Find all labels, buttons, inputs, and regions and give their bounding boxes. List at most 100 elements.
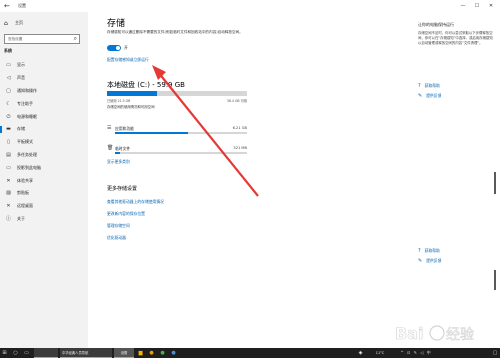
storage-icon: ▬ [6, 126, 11, 133]
tray-app-icon[interactable]: ◈ [356, 348, 365, 358]
back-arrow-icon[interactable]: ← [4, 1, 10, 11]
apps-icon: ☰ [107, 125, 112, 131]
scrollbar[interactable] [493, 12, 498, 348]
system-tray[interactable]: ^ ⊡ ✎ ◁ 中 [392, 348, 440, 358]
edge-icon[interactable]: ● [169, 348, 178, 358]
window-controls: — ☐ ✕ [456, 0, 498, 12]
sidebar-item-label: 剪贴板 [17, 190, 29, 196]
give-feedback-link[interactable]: ✎ 提供反馈 [418, 93, 441, 99]
task-view-button[interactable]: ▭ [22, 348, 31, 358]
sidebar-item-label: 平板模式 [17, 139, 33, 145]
disk-usage-bar [107, 91, 247, 96]
sidebar-item-display[interactable]: ▭ 显示 [0, 59, 88, 72]
toggle-state-label: 开 [124, 45, 128, 50]
category-size: 321 MB [233, 146, 247, 150]
get-help-link[interactable]: ? 获取帮助 [418, 83, 440, 89]
sidebar-item-label: 投影到此电脑 [17, 164, 41, 170]
right-info-pane: 让你的电脑保持运行 存储空间不足时，你可以尝试采取以下步骤释放空间，你可以在“存… [418, 22, 494, 46]
sidebar-item-label: 声音 [17, 75, 25, 81]
share-icon: ✕ [6, 177, 11, 184]
page-title: 存储 [107, 19, 126, 29]
multitask-icon: ▤ [6, 151, 11, 158]
info-icon: ⓘ [5, 216, 11, 223]
category-bar-fill [115, 152, 121, 154]
home-icon: ⌂ [4, 19, 8, 27]
sidebar-item-multitasking[interactable]: ▤ 多任务处理 [0, 149, 88, 162]
sidebar-nav-list: ▭ 显示 ◁ 声音 ▢ 通知和操作 ☾ 专注助手 ⏻ 电源和睡眠 ▬ 存储 ▯ 平板模式 ▤ 多… [0, 59, 88, 225]
help-get-help-link[interactable]: ? 获取帮助 [418, 248, 440, 254]
browser-icon[interactable]: ● [147, 348, 156, 358]
minimize-button[interactable]: — [456, 0, 470, 12]
taskbar-search-button[interactable]: ○ [11, 348, 20, 358]
maximize-button[interactable]: ☐ [470, 0, 484, 12]
disk-free-label: 38.4 GB 可用 [226, 99, 247, 103]
power-icon: ⏻ [6, 113, 11, 120]
configure-storage-sense-link[interactable]: 配置存储感知或立即运行 [107, 57, 149, 63]
moon-icon: ☾ [6, 100, 11, 107]
window-title: 设置 [18, 3, 26, 8]
taskbar-app-settings[interactable]: 设置 [114, 348, 134, 358]
sidebar-item-projecting[interactable]: ▭ 投影到此电脑 [0, 161, 88, 174]
feedback-icon: ✎ [418, 258, 423, 264]
taskbar-app-1[interactable] [34, 348, 58, 358]
sidebar-item-label: 存储 [17, 126, 25, 132]
taskbar-app-2[interactable]: 中华经典人员导航 [60, 348, 112, 358]
help-icon: ? [418, 248, 421, 254]
sidebar-item-remote-desktop[interactable]: ✕ 远程桌面 [0, 200, 88, 213]
sidebar-item-home[interactable]: ⌂ 主页 [4, 18, 23, 28]
notification-icon: ▢ [6, 87, 11, 94]
sidebar-item-label: 显示 [17, 62, 25, 68]
manage-storage-spaces-link[interactable]: 管理存储空间 [107, 223, 130, 229]
display-icon: ▭ [6, 62, 11, 69]
help-give-feedback-link[interactable]: ✎ 提供反馈 [418, 258, 441, 264]
weather-widget[interactable]: 11°C [368, 348, 392, 358]
disk-used-label: 已使用 21.5 GB [107, 99, 131, 103]
clock[interactable] [448, 348, 488, 358]
svg-text:经验: 经验 [446, 327, 474, 343]
change-save-location-link[interactable]: 更改新内容的保存位置 [107, 211, 145, 217]
folder-icon[interactable]: ▆ [136, 348, 145, 358]
close-button[interactable]: ✕ [484, 0, 498, 12]
notification-center-icon[interactable]: ▢ [490, 348, 500, 358]
sidebar-item-focus-assist[interactable]: ☾ 专注助手 [0, 97, 88, 110]
sidebar-item-label: 多任务处理 [17, 151, 37, 157]
right-pane-heading: 让你的电脑保持运行 [418, 22, 454, 27]
chat-icon[interactable]: ● [158, 348, 167, 358]
main-content: 存储 存储感知可以通过删除不需要的文件(例如临时文件和回收站中的内容)自动释放空… [88, 12, 396, 348]
disk-usage-fill [107, 91, 158, 96]
sidebar-item-about[interactable]: ⓘ 关于 [0, 213, 88, 226]
speaker-icon: ◁ [6, 75, 11, 82]
clipboard-icon: ▨ [6, 190, 11, 197]
start-button[interactable]: ⊞ [0, 348, 9, 358]
disk-title: 本地磁盘 (C:) - 59.9 GB [107, 81, 185, 89]
sidebar-item-storage[interactable]: ▬ 存储 [0, 123, 88, 136]
sidebar-item-sound[interactable]: ◁ 声音 [0, 72, 88, 85]
svg-text:Bai: Bai [395, 324, 423, 343]
sidebar-item-label: 远程桌面 [17, 203, 33, 209]
search-input[interactable]: 查找设置 ⌕ [4, 34, 80, 44]
search-icon: ⌕ [73, 35, 77, 42]
toggle-knob [116, 46, 120, 50]
scrollbar-thumb[interactable] [494, 172, 496, 194]
sidebar-item-clipboard[interactable]: ▨ 剪贴板 [0, 187, 88, 200]
sidebar-item-label: 关于 [17, 215, 25, 221]
other-drives-usage-link[interactable]: 查看其他驱动器上的存储使用情况 [107, 199, 164, 205]
sidebar-item-power[interactable]: ⏻ 电源和睡眠 [0, 110, 88, 123]
help-get-help-label: 获取帮助 [424, 248, 440, 253]
sidebar-section-title: 系统 [4, 48, 12, 53]
show-more-categories-link[interactable]: 显示更多类别 [107, 159, 130, 165]
trash-icon: 🗑 [107, 145, 114, 151]
optimize-drives-link[interactable]: 优化驱动器 [107, 235, 126, 241]
right-pane-description: 存储空间不足时，你可以尝试采取以下步骤释放空间，你可以在“存储感知”中选择，或启… [418, 31, 493, 45]
sidebar-item-notifications[interactable]: ▢ 通知和操作 [0, 85, 88, 98]
scrollbar-thumb-secondary[interactable] [494, 270, 496, 290]
more-storage-settings-title: 更多存储设置 [107, 186, 138, 192]
sidebar-item-shared-experiences[interactable]: ✕ 体验共享 [0, 174, 88, 187]
sidebar-item-label: 通知和操作 [17, 87, 37, 93]
storage-sense-toggle[interactable] [107, 45, 121, 51]
sidebar-item-label: 专注助手 [17, 100, 33, 106]
home-label: 主页 [15, 20, 23, 25]
sidebar-item-tablet[interactable]: ▯ 平板模式 [0, 136, 88, 149]
project-icon: ▭ [6, 164, 11, 171]
disk-usage-note: 存储空间的使用情况和可用空间 [107, 105, 155, 109]
